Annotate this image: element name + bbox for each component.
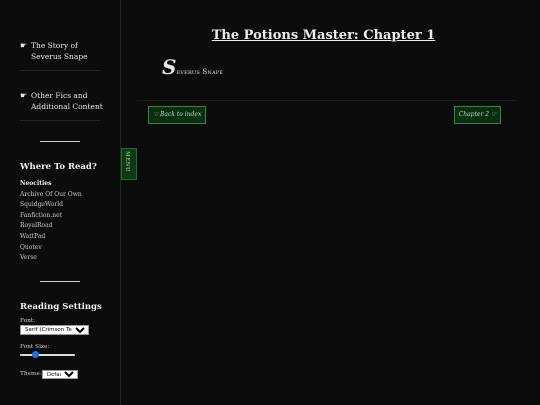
slider-track	[20, 354, 75, 356]
pointing-hand-icon: ☛	[20, 91, 28, 100]
sidebar-separator	[20, 120, 100, 121]
read-link-wattpad[interactable]: WattPad	[20, 232, 82, 243]
where-to-read-list: Neocities Archive Of Our Own SquidgeWorl…	[20, 179, 82, 264]
sidebar-item-label: Other Fics and Additional Content	[31, 91, 103, 111]
font-size-label: Font Size:	[20, 344, 50, 350]
menu-toggle-tab[interactable]: MENU	[121, 148, 137, 180]
sidebar-item-label: The Story of Severus Snape	[31, 41, 88, 61]
pointing-hand-icon: ☛	[20, 41, 28, 50]
section-divider	[40, 281, 80, 282]
author-name-rest: everus Snape	[176, 68, 224, 76]
read-link-fanfiction[interactable]: Fanfiction.net	[20, 211, 82, 222]
next-chapter-button[interactable]: Chapter 2 ☞	[454, 106, 501, 124]
read-link-ao3[interactable]: Archive Of Our Own	[20, 190, 82, 201]
section-divider	[40, 141, 80, 142]
menu-tab-label: MENU	[124, 151, 130, 173]
read-link-neocities[interactable]: Neocities	[20, 179, 82, 190]
back-to-index-button[interactable]: ☜ Back to index	[148, 106, 206, 124]
read-link-verse[interactable]: Verse	[20, 253, 82, 264]
sidebar: ☛ The Story of Severus Snape ☛ Other Fic…	[0, 0, 121, 405]
read-link-quotev[interactable]: Quotev	[20, 243, 82, 254]
where-to-read-title: Where To Read?	[20, 162, 97, 172]
read-link-squidgeworld[interactable]: SquidgeWorld	[20, 200, 82, 211]
author-signature: Severus Snape	[162, 55, 223, 79]
chapter-title: The Potions Master: Chapter 1	[211, 28, 436, 43]
read-link-royalroad[interactable]: RoyalRoad	[20, 221, 82, 232]
font-size-slider[interactable]	[20, 351, 75, 359]
author-initial: S	[162, 55, 177, 79]
font-select[interactable]: Serif (Crimson Text)	[20, 325, 89, 335]
reading-settings-title: Reading Settings	[20, 302, 102, 312]
font-label: Font:	[20, 318, 36, 324]
sidebar-separator	[20, 70, 100, 71]
slider-thumb[interactable]	[32, 351, 39, 358]
content-separator	[137, 100, 517, 101]
theme-select[interactable]: Default	[42, 370, 78, 379]
theme-label: Theme:	[20, 371, 42, 377]
